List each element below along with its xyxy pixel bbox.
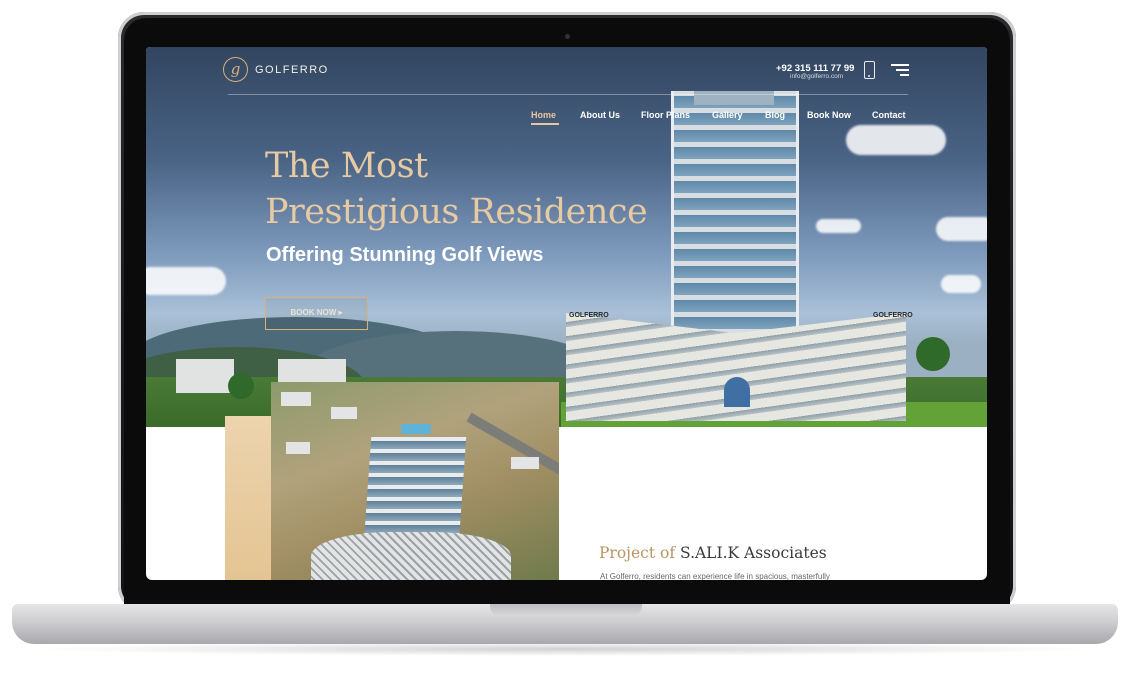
- nav-home[interactable]: Home: [531, 110, 556, 120]
- rooftop-pool: [401, 424, 431, 434]
- road: [466, 412, 559, 482]
- villa: [331, 407, 357, 419]
- project-description: At Golferro, residents can experience li…: [600, 572, 830, 580]
- villa: [511, 457, 539, 469]
- nav-about-us[interactable]: About Us: [580, 110, 620, 120]
- nav-gallery[interactable]: Gallery: [712, 110, 743, 120]
- book-now-button[interactable]: BOOK NOW ▸: [265, 297, 368, 330]
- aerial-tower-photo: [271, 382, 559, 580]
- palm-tree: [916, 337, 950, 371]
- nav-contact[interactable]: Contact: [872, 110, 906, 120]
- cloud: [816, 219, 861, 233]
- cloud: [936, 217, 987, 241]
- nav-active-indicator: [531, 123, 559, 125]
- webcam: [565, 34, 570, 39]
- hero-title-line-2: Prestigious Residence: [265, 192, 648, 232]
- project-heading-name: S.ALI.K Associates: [680, 544, 827, 562]
- building-sign: GOLFERRO: [873, 312, 913, 319]
- email-address[interactable]: info@golferro.com: [790, 73, 843, 80]
- golferro-logo-icon[interactable]: g: [223, 57, 248, 82]
- building-sign: GOLFERRO: [569, 312, 609, 319]
- hero-title-line-1: The Most: [265, 146, 428, 186]
- podium-entrance: [724, 377, 750, 407]
- villa: [286, 442, 310, 454]
- project-heading: Project of S.ALI.K Associates: [599, 544, 827, 562]
- villa: [176, 359, 234, 393]
- hero-subtitle: Offering Stunning Golf Views: [266, 244, 544, 266]
- header-divider: [228, 94, 908, 95]
- residential-tower: [671, 91, 799, 341]
- gold-accent-block: [225, 416, 272, 580]
- cloud: [941, 275, 981, 293]
- cloud: [146, 267, 226, 295]
- hero-section: GOLFERRO GOLFERRO g GOLFERRO +92 315 111…: [146, 47, 987, 427]
- cloud: [846, 125, 946, 155]
- palm-tree: [228, 373, 254, 399]
- project-heading-prefix: Project of: [599, 544, 676, 562]
- nav-book-now[interactable]: Book Now: [807, 110, 851, 120]
- laptop-shadow: [30, 642, 1100, 656]
- website-screen: GOLFERRO GOLFERRO g GOLFERRO +92 315 111…: [146, 47, 987, 580]
- mobile-phone-icon[interactable]: [864, 61, 875, 79]
- podium-lattice: [311, 532, 511, 580]
- hamburger-menu-icon[interactable]: [891, 64, 909, 76]
- villa: [281, 392, 311, 406]
- brand-name[interactable]: GOLFERRO: [255, 64, 329, 76]
- nav-blog[interactable]: Blog: [765, 110, 785, 120]
- nav-floor-plans[interactable]: Floor Plans: [641, 110, 690, 120]
- laptop-notch: [490, 604, 642, 616]
